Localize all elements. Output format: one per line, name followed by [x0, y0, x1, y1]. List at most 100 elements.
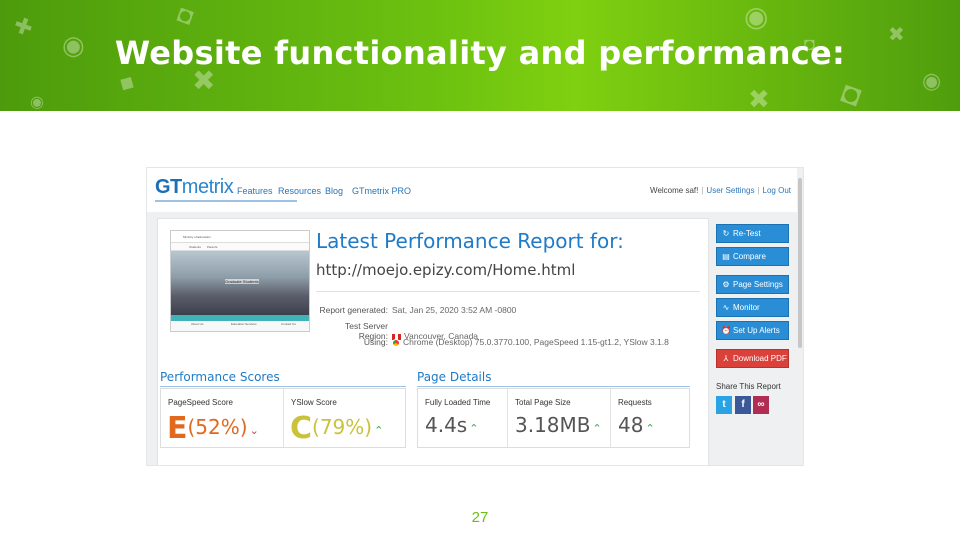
document-icon: ▤ — [722, 252, 730, 261]
nav-features[interactable]: Features — [237, 186, 273, 196]
twitter-icon[interactable]: t — [716, 396, 732, 414]
compare-button[interactable]: ▤ Compare — [716, 247, 789, 266]
user-settings-link[interactable]: User Settings — [706, 186, 754, 195]
page-size-cell: Total Page Size 3.18MB ⌃ — [508, 389, 611, 447]
thumbnail-banner-text: Graduate Students — [225, 279, 259, 284]
monitor-label: Monitor — [733, 303, 760, 312]
nav-resources[interactable]: Resources — [278, 186, 321, 196]
set-up-alerts-button[interactable]: ⏰ Set Up Alerts — [716, 321, 789, 340]
thumbnail-site-name: Ministry of Education — [183, 235, 211, 239]
yslow-score: C(79%) ⌃ — [290, 407, 384, 446]
report-url: http://moejo.epizy.com/Home.html — [316, 261, 576, 279]
user-links: Welcome saf! | User Settings | Log Out — [650, 186, 791, 195]
gtmetrix-logo[interactable]: GTmetrix — [155, 176, 234, 199]
load-time-cell: Fully Loaded Time 4.4s ⌃ — [418, 389, 508, 447]
square-icon: ◘ — [837, 75, 866, 111]
share-label: Share This Report — [716, 382, 781, 391]
performance-scores-rule — [160, 386, 406, 387]
logo-underline — [155, 200, 297, 202]
chrome-icon — [392, 338, 400, 347]
yslow-label: YSlow Score — [291, 398, 337, 407]
retest-button[interactable]: ↻ Re-Test — [716, 224, 789, 243]
facebook-icon[interactable]: f — [735, 396, 751, 414]
alerts-label: Set Up Alerts — [733, 326, 780, 335]
pulse-icon: ∿ — [722, 303, 730, 312]
chevron-up-icon: ⌃ — [592, 422, 602, 435]
page-size-label: Total Page Size — [515, 398, 571, 407]
performance-scores-title: Performance Scores — [160, 370, 280, 384]
nav-gtmetrix-pro[interactable]: GTmetrix PRO — [352, 186, 411, 196]
yslow-cell: YSlow Score C(79%) ⌃ — [284, 389, 406, 447]
page-details-title: Page Details — [417, 370, 492, 384]
page-details-box: Fully Loaded Time 4.4s ⌃ Total Page Size … — [417, 388, 690, 448]
requests-value: 48 ⌃ — [618, 413, 655, 437]
scrollbar[interactable] — [797, 168, 803, 465]
using-value: Chrome (Desktop) 75.0.3770.100, PageSpee… — [403, 337, 669, 347]
requests-number: 48 — [618, 413, 644, 437]
gear-icon: ⚙ — [722, 280, 730, 289]
pagespeed-cell: PageSpeed Score E(52%) ⌄ — [161, 389, 284, 447]
report-panel: Ministry of Education Students Parents Gr… — [157, 218, 709, 465]
ring-icon: ◉ — [30, 94, 44, 111]
url-divider — [316, 291, 700, 292]
load-time-number: 4.4s — [425, 413, 468, 437]
download-pdf-button[interactable]: ⅄ Download PDF — [716, 349, 789, 368]
yslow-percent: (79%) — [312, 415, 373, 439]
cross-icon: ✖ — [748, 84, 770, 111]
slide: ✚ ◉ ◘ ✖ ◉ ◆ ◉ ◘ ✖ ◉ ✖ ◘ Website function… — [0, 0, 960, 540]
chevron-down-icon: ⌄ — [249, 424, 259, 437]
pagespeed-label: PageSpeed Score — [168, 398, 233, 407]
top-navbar: GTmetrix Features Resources Blog GTmetri… — [147, 168, 803, 212]
slide-title: Website functionality and performance: — [114, 34, 846, 72]
meta-using: Using: Chrome (Desktop) 75.0.3770.100, Pa… — [316, 337, 700, 347]
pagespeed-grade: E — [167, 411, 188, 446]
refresh-icon: ↻ — [722, 229, 730, 238]
thumbnail-foot-about: About Us — [191, 322, 204, 326]
thumbnail-nav-students: Students — [189, 245, 201, 249]
performance-scores-box: PageSpeed Score E(52%) ⌄ YSlow Score C(79… — [160, 388, 406, 448]
site-thumbnail: Ministry of Education Students Parents Gr… — [170, 230, 310, 332]
pdf-icon: ⅄ — [723, 354, 729, 363]
page-settings-button[interactable]: ⚙ Page Settings — [716, 275, 789, 294]
thumbnail-foot-services: Education Services — [231, 322, 257, 326]
scrollbar-thumb[interactable] — [798, 178, 802, 348]
log-out-link[interactable]: Log Out — [763, 186, 791, 195]
report-title: Latest Performance Report for: — [316, 229, 624, 253]
pdf-label: Download PDF — [733, 354, 787, 363]
page-size-number: 3.18MB — [515, 413, 591, 437]
link-icon[interactable]: ∞ — [753, 396, 769, 414]
chevron-up-icon: ⌃ — [374, 424, 384, 437]
requests-label: Requests — [618, 398, 652, 407]
thumbnail-footer: About Us Education Services Contact Us — [171, 321, 309, 331]
thumbnail-nav-parents: Parents — [207, 245, 218, 249]
load-time-value: 4.4s ⌃ — [425, 413, 478, 437]
compare-label: Compare — [733, 252, 766, 261]
thumbnail-foot-contact: Contact Us — [281, 322, 296, 326]
using-label: Using: — [363, 337, 388, 347]
page-settings-label: Page Settings — [733, 280, 783, 289]
chevron-up-icon: ⌃ — [469, 422, 479, 435]
generated-value: Sat, Jan 25, 2020 3:52 AM -0800 — [392, 305, 517, 315]
ring-icon: ◉ — [744, 1, 769, 32]
meta-generated: Report generated: Sat, Jan 25, 2020 3:52 … — [316, 305, 700, 315]
generated-label: Report generated: — [319, 305, 388, 315]
pagespeed-percent: (52%) — [187, 415, 248, 439]
requests-cell: Requests 48 ⌃ — [611, 389, 689, 447]
yslow-grade: C — [290, 411, 313, 446]
thumbnail-nav: Students Parents — [171, 243, 309, 251]
gtmetrix-screenshot: GTmetrix Features Resources Blog GTmetri… — [146, 167, 804, 466]
header-banner: ✚ ◉ ◘ ✖ ◉ ◆ ◉ ◘ ✖ ◉ ✖ ◘ Website function… — [0, 0, 960, 111]
monitor-button[interactable]: ∿ Monitor — [716, 298, 789, 317]
page-number: 27 — [471, 509, 489, 526]
welcome-text: Welcome saf! — [650, 186, 699, 195]
action-sidebar: ↻ Re-Test ▤ Compare ⚙ Page Settings ∿ Monito… — [711, 218, 799, 465]
square-icon: ◘ — [173, 0, 197, 31]
load-time-label: Fully Loaded Time — [425, 398, 491, 407]
page-details-rule — [417, 386, 690, 387]
nav-blog[interactable]: Blog — [325, 186, 343, 196]
pagespeed-score: E(52%) ⌄ — [167, 407, 259, 446]
thumbnail-header: Ministry of Education — [171, 231, 309, 243]
page-size-value: 3.18MB ⌃ — [515, 413, 602, 437]
chevron-up-icon: ⌃ — [645, 422, 655, 435]
retest-label: Re-Test — [733, 229, 761, 238]
